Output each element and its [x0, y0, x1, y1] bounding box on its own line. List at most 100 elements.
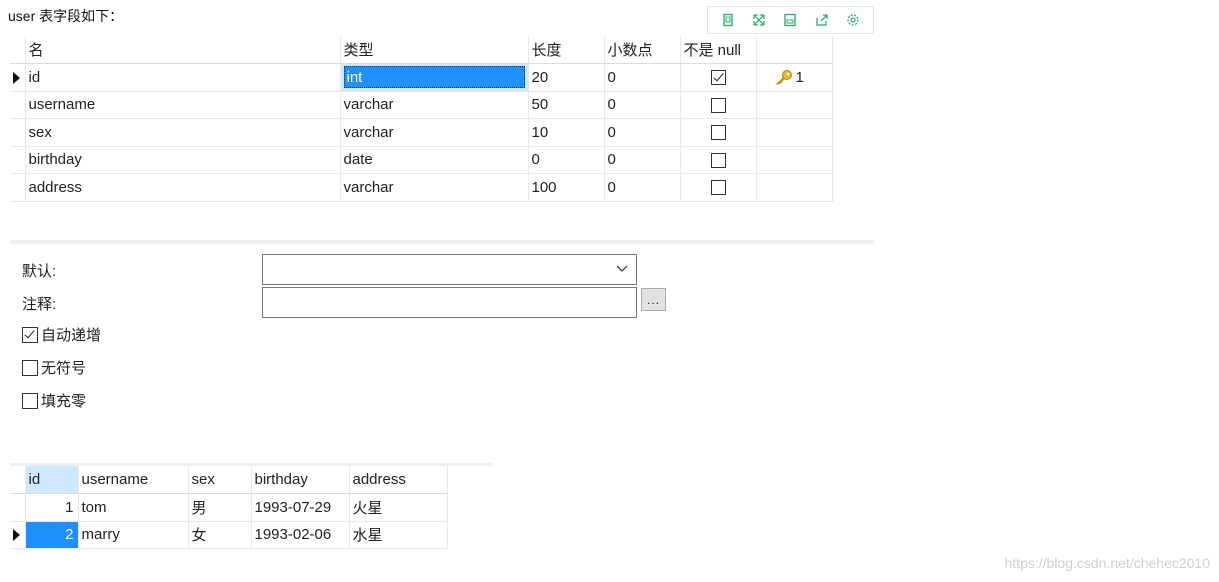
share-icon[interactable] — [811, 9, 833, 31]
field-type-cell[interactable]: varchar — [340, 91, 529, 119]
auto-increment-label: 自动递增 — [41, 327, 102, 344]
field-type-cell[interactable]: int — [340, 63, 529, 92]
column-header-id[interactable]: id — [25, 466, 79, 494]
key-cell[interactable]: 1 — [756, 63, 833, 92]
address-cell[interactable]: 火星 — [349, 493, 448, 522]
comment-edit-button[interactable]: ... — [641, 288, 666, 311]
column-header-address[interactable]: address — [349, 466, 448, 494]
field-decimals-cell[interactable]: 0 — [604, 63, 681, 92]
username-cell[interactable]: tom — [78, 493, 189, 522]
field-length-cell[interactable]: 100 — [528, 173, 605, 202]
code-toolbar — [707, 6, 874, 34]
field-type-cell[interactable]: varchar — [340, 173, 529, 202]
primary-key-icon — [775, 70, 792, 85]
key-cell[interactable] — [756, 146, 833, 174]
field-table: 名 类型 长度 小数点 不是 null id int 20 0 1 userna… — [10, 36, 833, 202]
unsigned-checkbox[interactable] — [22, 359, 38, 376]
data-table-header: id username sex birthday address — [10, 466, 448, 494]
id-cell[interactable]: 1 — [25, 493, 79, 522]
sex-cell[interactable]: 女 — [188, 521, 252, 549]
column-header-key[interactable] — [756, 36, 833, 64]
not-null-cell[interactable] — [680, 63, 757, 92]
not-null-checkbox[interactable] — [710, 97, 726, 113]
copy-icon[interactable] — [717, 9, 739, 31]
caption: user 表字段如下： — [8, 8, 124, 24]
field-length-cell[interactable]: 20 — [528, 63, 605, 92]
birthday-cell[interactable]: 1993-02-06 — [251, 521, 350, 549]
field-name-cell[interactable]: username — [25, 91, 341, 119]
not-null-cell[interactable] — [680, 173, 757, 202]
key-cell[interactable] — [756, 173, 833, 202]
row-indicator — [10, 118, 26, 147]
field-row[interactable]: birthday date 0 0 — [10, 146, 833, 174]
key-cell[interactable] — [756, 91, 833, 119]
current-row-arrow-icon — [13, 71, 20, 84]
birthday-cell[interactable]: 1993-07-29 — [251, 493, 350, 522]
field-row[interactable]: address varchar 100 0 — [10, 173, 833, 202]
field-name-cell[interactable]: id — [25, 63, 341, 92]
unsigned-label: 无符号 — [41, 360, 87, 377]
row-indicator — [10, 493, 26, 522]
field-name-cell[interactable]: birthday — [25, 146, 341, 174]
unsigned-option[interactable]: 无符号 — [22, 357, 86, 378]
field-row[interactable]: username varchar 50 0 — [10, 91, 833, 119]
not-null-checkbox[interactable] — [710, 70, 726, 86]
address-cell[interactable]: 水星 — [349, 521, 448, 549]
key-order: 1 — [795, 68, 804, 86]
column-header-username[interactable]: username — [78, 466, 189, 494]
zerofill-checkbox[interactable] — [22, 392, 38, 409]
column-header-not-null[interactable]: 不是 null — [680, 36, 757, 64]
zerofill-option[interactable]: 填充零 — [22, 390, 86, 411]
zerofill-label: 填充零 — [41, 393, 87, 410]
not-null-cell[interactable] — [680, 118, 757, 147]
field-row[interactable]: id int 20 0 1 — [10, 63, 833, 92]
save-icon[interactable] — [779, 9, 801, 31]
field-type-cell[interactable]: varchar — [340, 118, 529, 147]
chevron-down-icon — [616, 265, 628, 272]
field-length-cell[interactable]: 10 — [528, 118, 605, 147]
row-indicator — [10, 91, 26, 119]
data-row[interactable]: 2 marry 女 1993-02-06 水星 — [10, 521, 448, 549]
default-label: 默认: — [22, 263, 57, 280]
field-length-cell[interactable]: 0 — [528, 146, 605, 174]
field-table-header: 名 类型 长度 小数点 不是 null — [10, 36, 833, 64]
column-header-birthday[interactable]: birthday — [251, 466, 350, 494]
default-select[interactable] — [262, 254, 637, 285]
key-cell[interactable] — [756, 118, 833, 147]
not-null-cell[interactable] — [680, 91, 757, 119]
row-indicator — [10, 521, 26, 549]
field-row[interactable]: sex varchar 10 0 — [10, 118, 833, 147]
field-decimals-cell[interactable]: 0 — [604, 146, 681, 174]
username-cell[interactable]: marry — [78, 521, 189, 549]
row-indicator — [10, 146, 26, 174]
auto-increment-checkbox[interactable] — [22, 326, 38, 343]
settings-icon[interactable] — [842, 9, 864, 31]
not-null-cell[interactable] — [680, 146, 757, 174]
field-type-editor[interactable]: int — [343, 66, 525, 88]
field-length-cell[interactable]: 50 — [528, 91, 605, 119]
not-null-checkbox[interactable] — [710, 180, 726, 196]
field-name-cell[interactable]: sex — [25, 118, 341, 147]
field-type-cell[interactable]: date — [340, 146, 529, 174]
not-null-checkbox[interactable] — [710, 125, 726, 141]
not-null-checkbox[interactable] — [710, 152, 726, 168]
field-decimals-cell[interactable]: 0 — [604, 173, 681, 202]
column-header-sex[interactable]: sex — [188, 466, 252, 494]
sex-cell[interactable]: 男 — [188, 493, 252, 522]
column-header-length[interactable]: 长度 — [528, 36, 605, 64]
field-decimals-cell[interactable]: 0 — [604, 91, 681, 119]
current-row-arrow-icon — [13, 529, 20, 542]
row-indicator-header — [10, 466, 26, 494]
field-decimals-cell[interactable]: 0 — [604, 118, 681, 147]
column-header-name[interactable]: 名 — [25, 36, 341, 64]
data-row[interactable]: 1 tom 男 1993-07-29 火星 — [10, 493, 448, 522]
id-cell[interactable]: 2 — [25, 521, 79, 549]
comment-input[interactable] — [262, 287, 637, 318]
field-name-cell[interactable]: address — [25, 173, 341, 202]
column-header-decimals[interactable]: 小数点 — [604, 36, 681, 64]
field-design-grid: 名 类型 长度 小数点 不是 null id int 20 0 1 userna… — [10, 36, 874, 242]
panel-divider[interactable] — [10, 240, 874, 244]
column-header-type[interactable]: 类型 — [340, 36, 529, 64]
expand-icon[interactable] — [748, 9, 770, 31]
auto-increment-option[interactable]: 自动递增 — [22, 324, 101, 345]
